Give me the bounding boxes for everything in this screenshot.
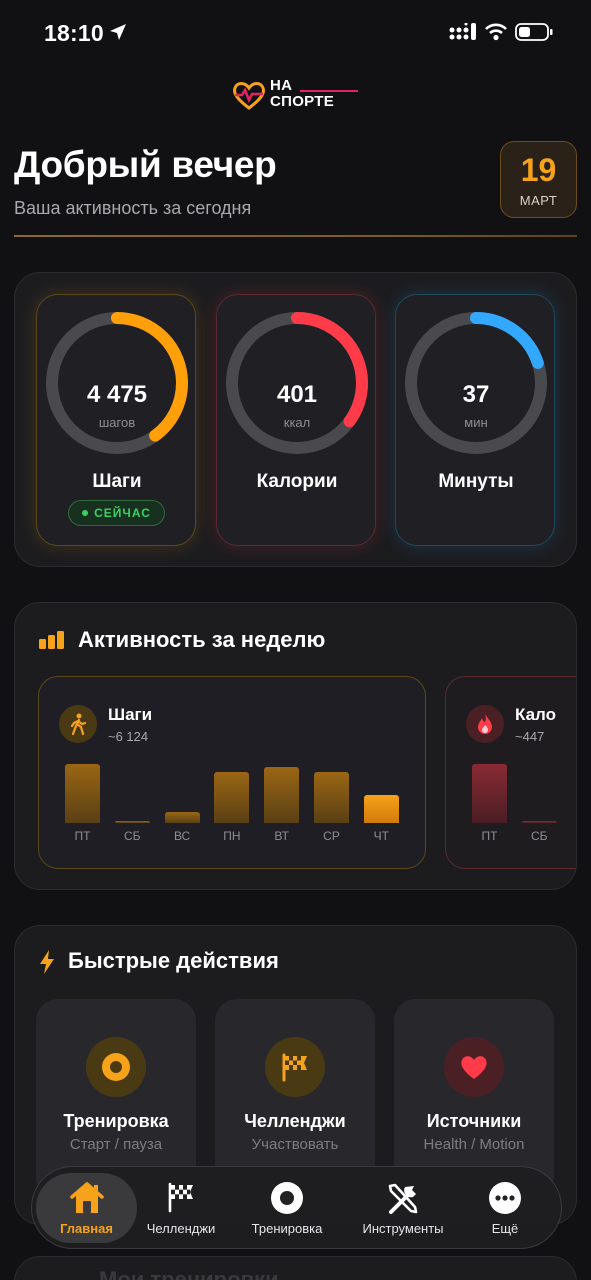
calories-bar-1 — [521, 821, 557, 823]
weekly-calories-name: Кало — [515, 705, 556, 724]
calories-ring-tile[interactable]: 401 ккал Калории — [216, 294, 376, 546]
tab-tools-label: Инструменты — [362, 1221, 444, 1236]
logo-accent-line — [300, 90, 358, 92]
my-workouts-title: Мои тренировки — [99, 1267, 279, 1280]
steps-bar-label-6: ЧТ — [373, 829, 389, 843]
weekly-steps-name: Шаги — [108, 705, 153, 724]
checkered-flag-icon — [139, 1181, 223, 1217]
steps-bar-3 — [214, 772, 250, 823]
app-logo: НА СПОРТЕ — [232, 78, 362, 112]
tab-more-label: Ещё — [491, 1221, 519, 1236]
tab-workout-label: Тренировка — [251, 1221, 323, 1236]
status-time: 18:10 — [44, 20, 104, 46]
my-workouts-card-peek: Мои тренировки — [14, 1256, 577, 1280]
quick-actions-title: Быстрые действия — [68, 948, 279, 973]
date-day: 19 — [520, 152, 557, 188]
weekly-activity-card: Активность за неделю Шаги ~6 124 ПТ СБ ВС П… — [14, 602, 577, 890]
steps-bar-label-3: ПН — [223, 829, 241, 843]
logo-text: НА СПОРТЕ — [270, 78, 334, 110]
house-icon — [36, 1181, 137, 1217]
steps-bar-5 — [314, 772, 349, 823]
weekly-steps-tile[interactable]: Шаги ~6 124 ПТ СБ ВС ПН ВТ СР ЧТ — [38, 676, 426, 869]
minutes-ring-tile[interactable]: 37 мин Минуты — [395, 294, 555, 546]
calories-value: 401 — [276, 381, 318, 408]
quick-action-challenges-sub: Участвовать — [251, 1136, 339, 1153]
calories-label: Калории — [256, 471, 338, 492]
tab-workout[interactable]: Тренировка — [242, 1173, 332, 1243]
minutes-value: 37 — [462, 381, 490, 408]
quick-action-sources-name: Источники — [426, 1111, 522, 1131]
activity-rings-card: 4 475 шагов Шаги СЕЙЧАС 401 ккал Калории… — [14, 272, 577, 567]
steps-bar-1 — [114, 820, 150, 823]
workout-target-icon — [242, 1181, 332, 1217]
minutes-unit: мин — [464, 415, 488, 430]
date-month: МАРТ — [519, 193, 558, 208]
bottom-tab-bar: Главная Челленджи Тренировка Инструменты… — [31, 1166, 562, 1249]
steps-label: Шаги — [92, 471, 142, 492]
steps-value: 4 475 — [86, 381, 148, 408]
status-bar: 18:10 — [0, 0, 591, 66]
battery-icon — [515, 22, 553, 47]
flame-icon — [466, 705, 504, 743]
tab-challenges-label: Челленджи — [146, 1221, 216, 1236]
weekly-steps-average: ~6 124 — [108, 729, 149, 744]
steps-bar-4 — [264, 767, 300, 823]
calories-bar-0 — [472, 764, 507, 823]
tab-home-label: Главная — [60, 1221, 113, 1236]
steps-bar-label-1: СБ — [124, 829, 141, 843]
checkered-flag-icon — [265, 1037, 325, 1097]
location-arrow-icon — [108, 22, 128, 47]
steps-bar-2 — [164, 812, 200, 823]
calories-bar-label-0: ПТ — [481, 829, 498, 843]
tab-home[interactable]: Главная — [36, 1173, 137, 1243]
page-subtitle: Ваша активность за сегодня — [14, 198, 252, 218]
logo-line-2: СПОРТЕ — [270, 93, 335, 110]
bar-chart-icon — [39, 631, 65, 654]
walking-icon — [59, 705, 97, 743]
quick-action-workout-sub: Старт / пауза — [69, 1136, 163, 1153]
now-label: СЕЙЧАС — [94, 506, 151, 520]
quick-action-challenges-name: Челленджи — [244, 1111, 346, 1131]
quick-action-workout-name: Тренировка — [63, 1111, 169, 1131]
wifi-icon — [485, 23, 507, 46]
page-title: Добрый вечер — [14, 144, 277, 185]
steps-bar-0 — [65, 764, 100, 823]
heart-icon — [444, 1037, 504, 1097]
heart-pulse-logo-icon — [233, 82, 265, 110]
quick-action-sources-sub: Health / Motion — [423, 1136, 525, 1153]
tab-more[interactable]: Ещё — [470, 1173, 540, 1243]
calories-bar-label-1: СБ — [531, 829, 548, 843]
cellular-signal-icon — [449, 22, 477, 46]
workout-target-icon — [86, 1037, 146, 1097]
live-dot-icon — [82, 510, 89, 516]
lightning-icon — [39, 950, 55, 979]
date-badge: 19 МАРТ — [500, 141, 577, 218]
weekly-activity-title: Активность за неделю — [78, 627, 326, 652]
steps-bar-label-2: ВС — [173, 829, 191, 843]
steps-bar-label-5: СР — [323, 829, 340, 843]
weekly-calories-average: ~447 — [515, 729, 545, 744]
steps-ring-tile[interactable]: 4 475 шагов Шаги СЕЙЧАС — [36, 294, 196, 546]
steps-bar-label-4: ВТ — [274, 829, 289, 843]
tab-challenges[interactable]: Челленджи — [139, 1173, 223, 1243]
calories-unit: ккал — [283, 415, 311, 430]
steps-bar-6 — [363, 795, 399, 823]
minutes-label: Минуты — [438, 471, 514, 492]
tab-tools[interactable]: Инструменты — [353, 1173, 453, 1243]
now-status-badge: СЕЙЧАС — [68, 500, 165, 526]
steps-unit: шагов — [98, 415, 136, 430]
header-divider — [14, 235, 577, 237]
weekly-calories-tile[interactable]: Кало ~447 ПТ СБ — [445, 676, 576, 869]
steps-bar-label-0: ПТ — [74, 829, 91, 843]
more-dots-icon — [470, 1181, 540, 1217]
tools-icon — [353, 1181, 453, 1217]
